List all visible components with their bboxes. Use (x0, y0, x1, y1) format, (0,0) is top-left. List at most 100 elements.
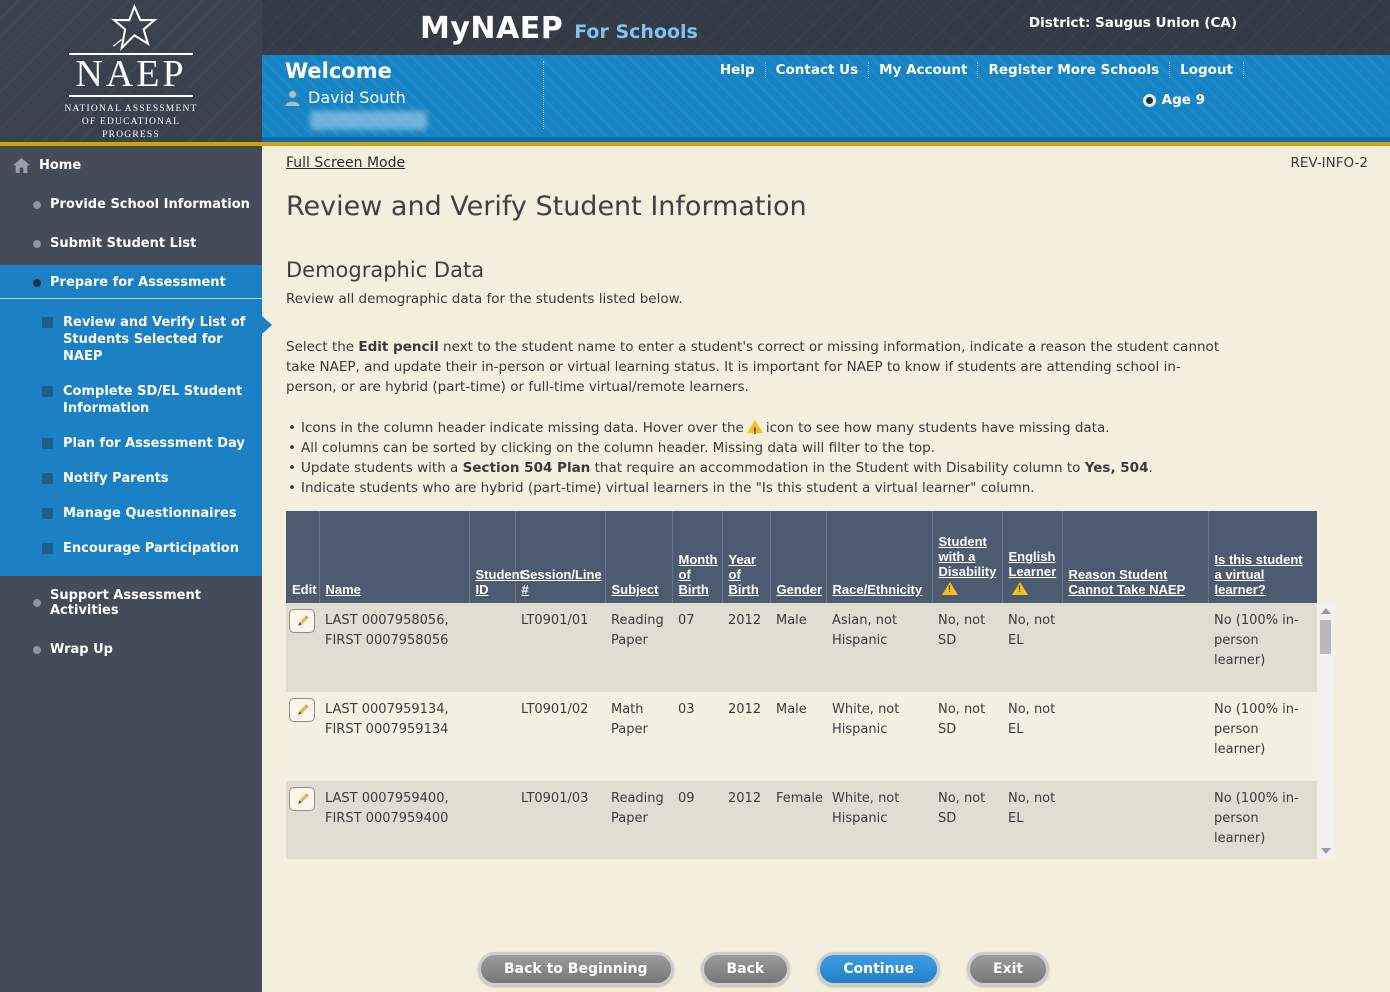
student-table-header: Edit Name Student ID Session/Line # Subj… (286, 511, 1317, 603)
sidebar-item-home[interactable]: Home (0, 146, 262, 185)
sidebar-item-encourage-participation[interactable]: Encourage Participation (0, 531, 262, 566)
col-header-reason-cannot-take-naep[interactable]: Reason Student Cannot Take NAEP (1062, 511, 1208, 603)
logo-text: NATIONAL ASSESSMENT OF EDUCATIONAL PROGR… (64, 103, 197, 142)
bullet-missing-data: Icons in the column header indicate miss… (286, 418, 1368, 438)
cell-gender: Male (770, 603, 826, 692)
col-header-subject[interactable]: Subject (605, 511, 672, 603)
cell-race: Asian, not Hispanic (826, 603, 932, 692)
back-to-beginning-button[interactable]: Back to Beginning (478, 952, 674, 986)
cell-gender: Male (770, 692, 826, 781)
bullet-icon (33, 599, 41, 607)
col-header-edit: Edit (286, 511, 319, 603)
menu-help[interactable]: Help (710, 62, 766, 78)
app-title: MyNAEP For Schools (420, 11, 698, 46)
edit-student-button[interactable] (289, 787, 315, 811)
sidebar-item-support-assessment-activities[interactable]: Support Assessment Activities (0, 576, 262, 630)
sidebar-item-manage-questionnaires[interactable]: Manage Questionnaires (0, 496, 262, 531)
col-header-month-of-birth[interactable]: Month of Birth (672, 511, 722, 603)
sidebar-item-wrap-up[interactable]: Wrap Up (0, 630, 262, 669)
bullet-section-504: Update students with a Section 504 Plan … (286, 458, 1368, 478)
menu-logout[interactable]: Logout (1170, 62, 1244, 78)
sidebar-item-review-and-verify[interactable]: Review and Verify List of Students Selec… (0, 305, 262, 374)
sidebar-item-plan-for-assessment-day[interactable]: Plan for Assessment Day (0, 426, 262, 461)
table-scrollbar[interactable] (1317, 603, 1334, 859)
scroll-up-arrow-icon[interactable] (1321, 608, 1331, 614)
instructions-list: Icons in the column header indicate miss… (286, 418, 1368, 498)
naep-logo: NAEP NATIONAL ASSESSMENT OF EDUCATIONAL … (0, 0, 262, 142)
section-divider (0, 298, 262, 299)
scrollbar-thumb[interactable] (1320, 620, 1331, 654)
exit-button[interactable]: Exit (967, 952, 1049, 986)
cell-year: 2012 (722, 692, 770, 781)
warning-icon (1012, 582, 1028, 595)
col-header-virtual-learner[interactable]: Is this student a virtual learner? (1208, 511, 1317, 603)
scroll-down-arrow-icon[interactable] (1321, 848, 1331, 854)
square-bullet-icon (42, 508, 53, 519)
menu-contact-us[interactable]: Contact Us (766, 62, 870, 78)
sidebar-subitem-label: Review and Verify List of Students Selec… (63, 314, 250, 365)
intro-bold-edit-pencil: Edit pencil (358, 339, 438, 355)
age-selector[interactable]: Age 9 (1143, 92, 1205, 108)
edit-student-button[interactable] (289, 698, 315, 722)
warning-icon (747, 420, 763, 433)
sidebar-item-label: Wrap Up (50, 642, 113, 657)
main-content: Full Screen Mode REV-INFO-2 Review and V… (262, 146, 1390, 992)
bullet-text: that require an accommodation in the Stu… (590, 460, 1084, 476)
cell-month: 07 (672, 603, 722, 692)
sidebar-item-provide-school-information[interactable]: Provide School Information (0, 185, 262, 224)
col-header-race-ethnicity[interactable]: Race/Ethnicity (826, 511, 932, 603)
sidebar-subitem-label: Complete SD/EL Student Information (63, 383, 250, 417)
menu-my-account[interactable]: My Account (869, 62, 978, 78)
col-header-session-line[interactable]: Session/Line # (515, 511, 605, 603)
sidebar-item-submit-student-list[interactable]: Submit Student List (0, 224, 262, 263)
bullet-virtual-learners: Indicate students who are hybrid (part-t… (286, 478, 1368, 498)
cell-el: No, not EL (1002, 603, 1062, 692)
col-header-english-learner[interactable]: English Learner (1002, 511, 1062, 603)
sidebar-subitem-label: Plan for Assessment Day (63, 435, 245, 452)
continue-button[interactable]: Continue (817, 952, 940, 986)
cell-virtual: No (100% in-person learner) (1208, 603, 1317, 692)
sidebar-item-notify-parents[interactable]: Notify Parents (0, 461, 262, 496)
logo-line3: PROGRESS (64, 129, 197, 142)
menu-register-more-schools[interactable]: Register More Schools (978, 62, 1170, 78)
logo-acronym: NAEP (69, 53, 192, 97)
sidebar-item-label: Support Assessment Activities (50, 588, 250, 618)
age-radio-icon (1143, 94, 1156, 107)
cell-name: LAST 0007958056, FIRST 0007958056 (319, 603, 469, 692)
sidebar-subitem-label: Encourage Participation (63, 540, 239, 557)
full-screen-mode-link[interactable]: Full Screen Mode (286, 155, 405, 171)
table-row: LAST 0007959400, FIRST 0007959400 LT0901… (286, 781, 1317, 859)
cell-virtual: No (100% in-person learner) (1208, 692, 1317, 781)
pencil-icon (295, 614, 310, 629)
sidebar-item-prepare-for-assessment[interactable]: Prepare for Assessment (0, 265, 262, 298)
mynaep-app: MyNAEP For Schools District: Saugus Unio… (0, 0, 1390, 992)
col-header-student-with-disability[interactable]: Student with a Disability (932, 511, 1002, 603)
bullet-icon (33, 646, 41, 654)
sidebar-item-label: Home (39, 158, 81, 173)
cell-month: 09 (672, 781, 722, 859)
edit-student-button[interactable] (289, 609, 315, 633)
sidebar-section-prepare-for-assessment: Prepare for Assessment Review and Verify… (0, 265, 262, 576)
welcome-bar: Welcome David South Help Contact Us My A… (262, 55, 1390, 142)
sidebar-nav: Home Provide School Information Submit S… (0, 146, 262, 992)
square-bullet-icon (42, 317, 53, 328)
student-table: Edit Name Student ID Session/Line # Subj… (286, 511, 1334, 859)
col-header-gender[interactable]: Gender (770, 511, 826, 603)
cell-race: White, not Hispanic (826, 692, 932, 781)
col-header-year-of-birth[interactable]: Year of Birth (722, 511, 770, 603)
col-header-name[interactable]: Name (319, 511, 469, 603)
square-bullet-icon (42, 438, 53, 449)
section-subtitle: Review all demographic data for the stud… (286, 291, 1368, 307)
col-header-student-id[interactable]: Student ID (469, 511, 515, 603)
student-table-body: LAST 0007958056, FIRST 0007958056 LT0901… (286, 603, 1334, 859)
footer-buttons: Back to Beginning Back Continue Exit (478, 952, 1049, 986)
sidebar-item-label: Prepare for Assessment (50, 275, 226, 290)
cell-el: No, not EL (1002, 781, 1062, 859)
back-button[interactable]: Back (701, 952, 791, 986)
home-icon (13, 158, 30, 173)
sidebar-item-complete-sdel-info[interactable]: Complete SD/EL Student Information (0, 374, 262, 426)
page-code: REV-INFO-2 (1290, 155, 1368, 171)
bullet-text: . (1148, 460, 1152, 476)
cell-name: LAST 0007959134, FIRST 0007959134 (319, 692, 469, 781)
bullet-text: Icons in the column header indicate miss… (301, 420, 744, 436)
